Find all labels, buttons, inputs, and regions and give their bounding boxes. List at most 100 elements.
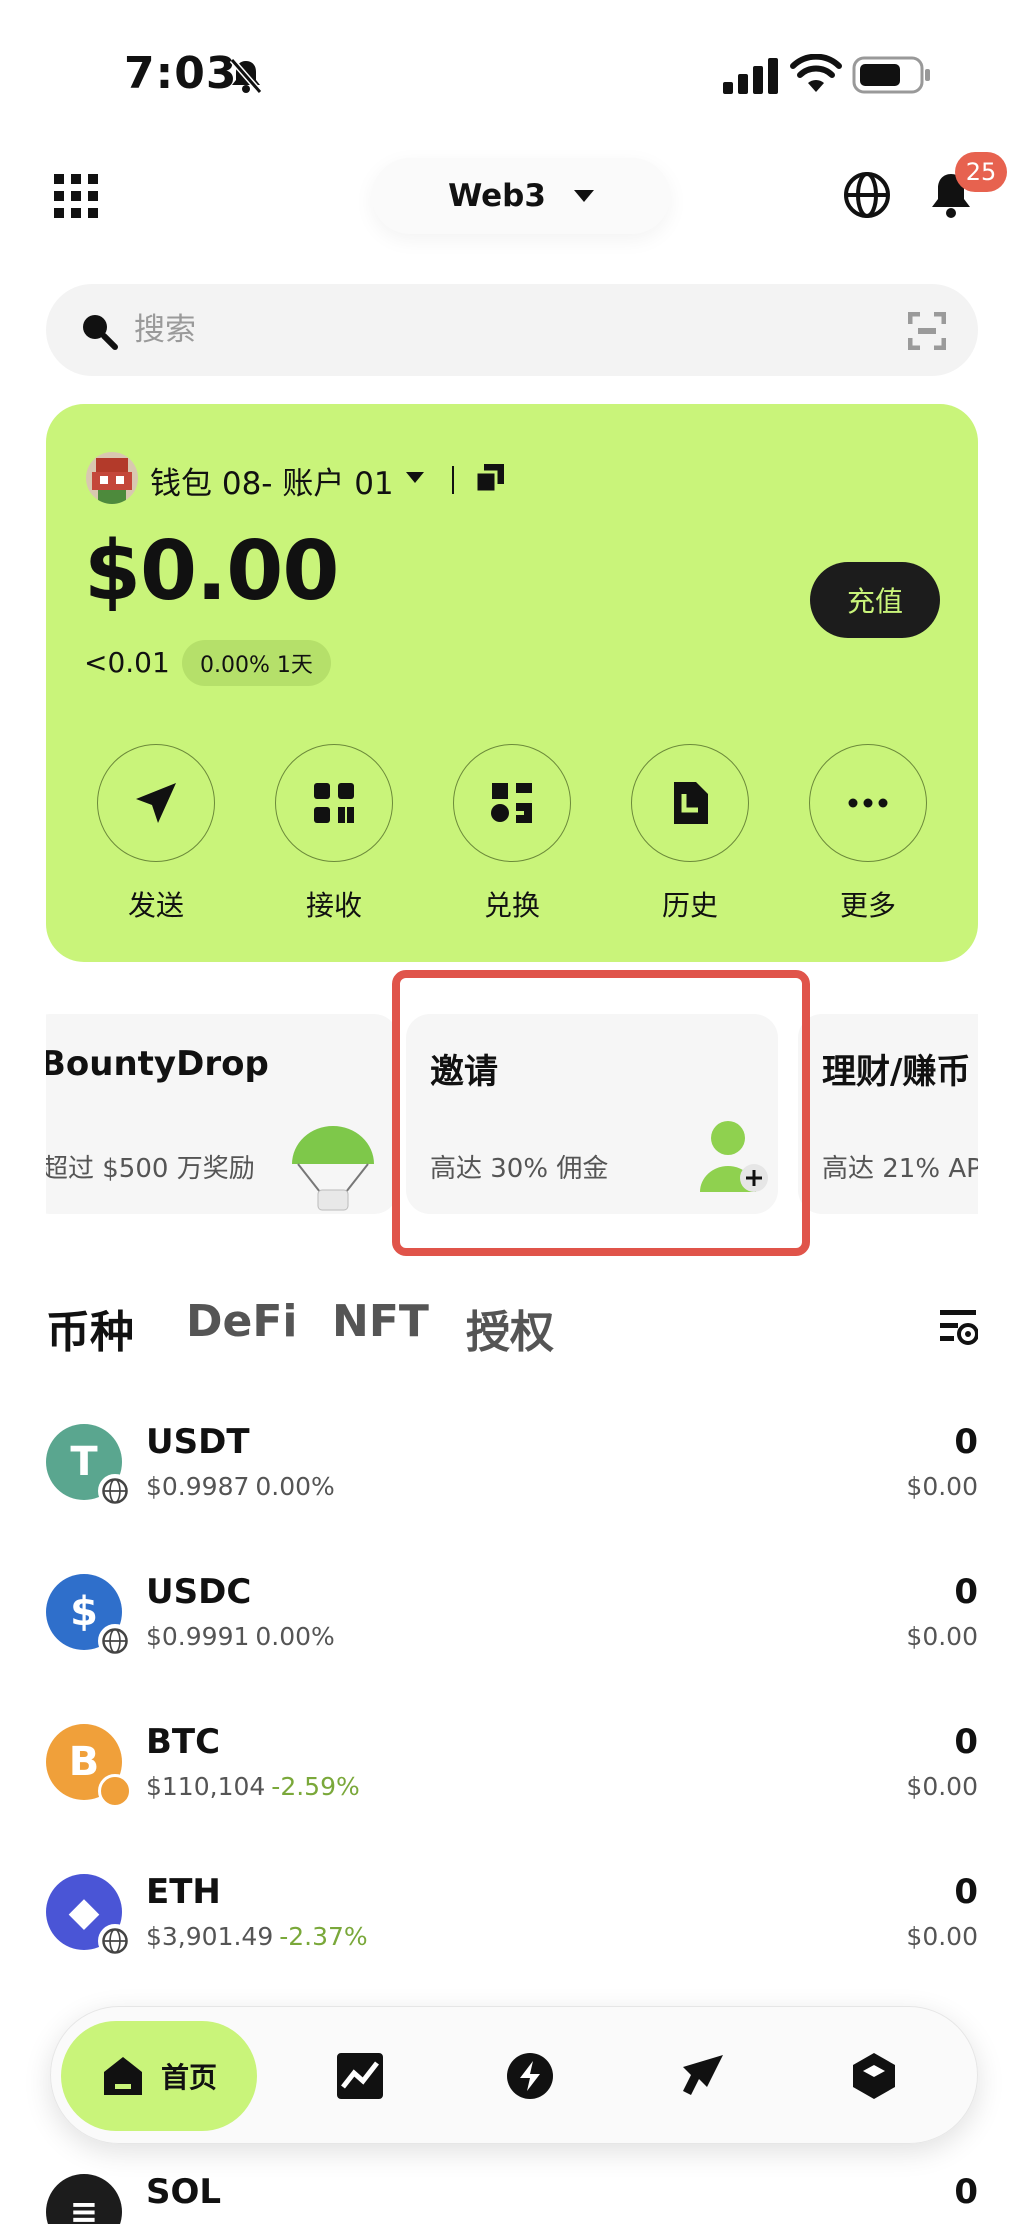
token-price: $0.9987 0.00% xyxy=(146,1472,335,1501)
token-price-value: $3,901.49 xyxy=(146,1922,274,1951)
wallet-actions: 发送 接收 兑换 历史 更多 xyxy=(46,744,978,924)
market-icon[interactable] xyxy=(335,2051,385,2101)
send-button[interactable] xyxy=(97,744,215,862)
token-symbol: ETH xyxy=(146,1872,221,1912)
balance-change-abs: <0.01 xyxy=(84,646,170,679)
more-action[interactable]: 更多 xyxy=(798,744,938,924)
token-amount: 0 xyxy=(954,1572,978,1612)
promo-title: BountyDrop xyxy=(46,1044,269,1084)
web3-chain-icon xyxy=(98,1924,132,1958)
swap-icon xyxy=(491,783,532,823)
search-icon xyxy=(83,315,118,350)
token-value: $0.00 xyxy=(906,1922,978,1951)
token-amount: 0 xyxy=(954,1722,978,1762)
token-row-eth[interactable]: ◆ ETH $3,901.49 -2.37% 0 $0.00 xyxy=(46,1872,978,1974)
token-symbol: USDT xyxy=(146,1422,250,1462)
wifi-icon xyxy=(790,54,842,92)
token-row-usdt[interactable]: T USDT $0.9987 0.00% 0 $0.00 xyxy=(46,1422,978,1524)
wallet-card: 钱包 08- 账户 01 $0.00 充值 <0.01 0.00% 1天 发送 … xyxy=(46,404,978,962)
send-action[interactable]: 发送 xyxy=(86,744,226,924)
copy-icon[interactable] xyxy=(474,462,506,494)
promo-subtitle: 超过 $500 万奖励 xyxy=(46,1154,255,1184)
receive-label: 接收 xyxy=(305,889,362,922)
promo-subtitle: 高达 21% APY xyxy=(822,1154,978,1184)
asset-tabs: 币种 DeFi NFT 授权 xyxy=(46,1296,978,1358)
tab-nft[interactable]: NFT xyxy=(332,1296,429,1347)
token-change: 0.00% xyxy=(255,1472,335,1501)
receive-action[interactable]: 接收 xyxy=(264,744,404,924)
token-amount: 0 xyxy=(954,1872,978,1912)
network-name: Web3 xyxy=(448,178,546,214)
tab-tokens[interactable]: 币种 xyxy=(46,1296,134,1360)
status-time: 7:03 xyxy=(124,48,238,99)
token-value: $0.00 xyxy=(906,1772,978,1801)
battery-icon xyxy=(852,56,930,94)
token-row-sol[interactable]: ≡ SOL 0 xyxy=(46,2172,978,2224)
chevron-down-icon[interactable] xyxy=(406,472,424,483)
token-change: -2.37% xyxy=(279,1922,368,1951)
more-label: 更多 xyxy=(839,889,896,922)
more-button[interactable] xyxy=(809,744,927,862)
web3-chain-icon xyxy=(98,1624,132,1658)
history-button[interactable] xyxy=(631,744,749,862)
token-amount: 0 xyxy=(954,1422,978,1462)
swap-button[interactable] xyxy=(453,744,571,862)
token-price-value: $0.9991 xyxy=(146,1622,250,1651)
send-label: 发送 xyxy=(127,889,184,922)
search-input[interactable] xyxy=(134,284,834,376)
token-price: $3,901.49 -2.37% xyxy=(146,1922,368,1951)
token-price-value: $0.9987 xyxy=(146,1472,250,1501)
tab-defi[interactable]: DeFi xyxy=(186,1296,298,1347)
history-icon xyxy=(674,782,708,824)
home-icon xyxy=(103,2057,142,2095)
wallet-account-name[interactable]: 钱包 08- 账户 01 xyxy=(150,458,394,503)
swap-label: 兑换 xyxy=(483,889,540,922)
token-price: $110,104 -2.59% xyxy=(146,1772,360,1801)
token-row-btc[interactable]: B BTC $110,104 -2.59% 0 $0.00 xyxy=(46,1722,978,1824)
signal-icon xyxy=(723,58,778,94)
deposit-button[interactable]: 充值 xyxy=(810,562,940,638)
token-symbol: BTC xyxy=(146,1722,221,1762)
divider xyxy=(452,466,454,494)
nav-home-label: 首页 xyxy=(160,2061,217,2094)
status-bar: 7:03 xyxy=(0,0,1024,150)
tab-approvals[interactable]: 授权 xyxy=(466,1296,554,1360)
balance-change-pill: 0.00% 1天 xyxy=(182,640,331,686)
filter-settings-icon[interactable] xyxy=(938,1306,978,1346)
token-value: $0.00 xyxy=(906,1472,978,1501)
scan-icon[interactable] xyxy=(908,312,946,350)
bitcoin-chain-icon xyxy=(98,1774,132,1808)
trade-icon[interactable] xyxy=(505,2051,555,2101)
discover-icon[interactable] xyxy=(677,2051,727,2101)
wallet-avatar[interactable] xyxy=(86,452,138,504)
token-row-usdc[interactable]: $ USDC $0.9991 0.00% 0 $0.00 xyxy=(46,1572,978,1674)
parachute-icon xyxy=(292,1126,374,1211)
globe-icon[interactable] xyxy=(842,170,892,220)
token-value: $0.00 xyxy=(906,1622,978,1651)
promo-card-bountydrop[interactable]: BountyDrop 超过 $500 万奖励 xyxy=(46,1014,398,1214)
search-bar[interactable] xyxy=(46,284,978,376)
history-label: 历史 xyxy=(661,889,718,922)
highlight-annotation xyxy=(392,970,810,1256)
chevron-down-icon xyxy=(573,190,594,202)
total-balance: $0.00 xyxy=(84,524,339,619)
promo-card-earn[interactable]: 理财/赚币 高达 21% APY xyxy=(798,1014,978,1214)
token-change: -2.59% xyxy=(271,1772,360,1801)
token-symbol: USDC xyxy=(146,1572,252,1612)
swap-action[interactable]: 兑换 xyxy=(442,744,582,924)
receive-button[interactable] xyxy=(275,744,393,862)
promo-title: 理财/赚币 xyxy=(822,1052,971,1092)
web3-icon[interactable] xyxy=(849,2051,899,2101)
history-action[interactable]: 历史 xyxy=(620,744,760,924)
send-icon xyxy=(136,783,176,823)
nav-home-button[interactable]: 首页 xyxy=(61,2021,257,2131)
more-icon xyxy=(848,798,888,808)
token-price-value: $110,104 xyxy=(146,1772,266,1801)
token-amount: 0 xyxy=(954,2172,978,2212)
bottom-nav: 首页 xyxy=(50,2006,978,2144)
token-symbol: SOL xyxy=(146,2172,222,2212)
network-selector[interactable]: Web3 xyxy=(372,158,670,234)
token-price: $0.9991 0.00% xyxy=(146,1622,335,1651)
sol-logo-icon: ≡ xyxy=(46,2174,122,2224)
apps-grid-icon[interactable] xyxy=(54,174,98,218)
